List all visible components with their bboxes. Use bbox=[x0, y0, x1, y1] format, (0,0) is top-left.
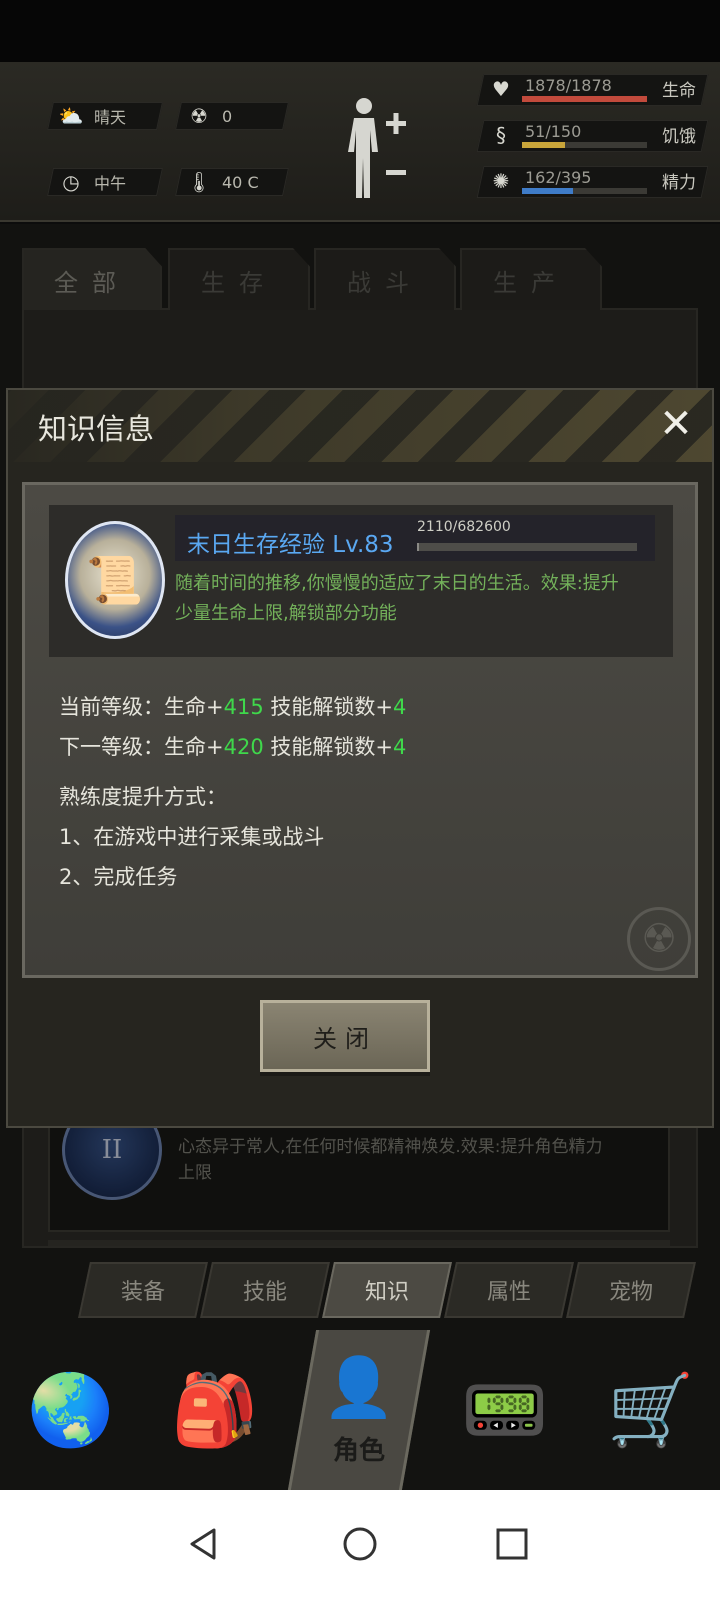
subtab-pets[interactable]: 宠物 bbox=[566, 1262, 696, 1318]
radio-button[interactable]: 📟 bbox=[450, 1350, 560, 1470]
clock-icon: ◷ bbox=[62, 170, 80, 194]
current-level-prefix: 当前等级：生命+ bbox=[59, 695, 224, 719]
energy-value: 162/395 bbox=[525, 168, 592, 187]
subtab-pets-label: 宠物 bbox=[608, 1280, 653, 1305]
hunger-value: 51/150 bbox=[525, 122, 582, 141]
subtab-equipment[interactable]: 装备 bbox=[78, 1262, 208, 1318]
subtab-skills[interactable]: 技能 bbox=[200, 1262, 330, 1318]
scroll-quill-icon: 📜 bbox=[65, 521, 165, 639]
radiation-display: ☢ 0 bbox=[186, 102, 232, 130]
hp-value: 1878/1878 bbox=[525, 76, 612, 95]
next-level-unlock: 4 bbox=[392, 735, 407, 759]
head-gear-icon: 👤 bbox=[322, 1353, 396, 1421]
energy-label: 精力 bbox=[662, 173, 696, 193]
radiation-icon: ☢ bbox=[190, 104, 208, 128]
current-level-unlock-label: 技能解锁数+ bbox=[263, 695, 393, 719]
hunger-bar bbox=[522, 142, 647, 148]
knowledge-info-panel: 📜 末日生存经验 Lv.83 2110/682600 随着时间的推移,你慢慢的适… bbox=[22, 482, 698, 978]
body-status-icon[interactable] bbox=[348, 96, 418, 206]
hunger-label: 饥饿 bbox=[662, 127, 696, 147]
hunger-stat: § 51/150 饥饿 bbox=[476, 118, 709, 154]
world-map-button[interactable]: 🌏 bbox=[16, 1350, 126, 1470]
subtab-knowledge[interactable]: 知识 bbox=[322, 1262, 452, 1318]
next-level-hp: 420 bbox=[223, 735, 264, 759]
weather-text: 晴天 bbox=[94, 108, 127, 127]
skill-exp: 2110/682600 bbox=[417, 519, 511, 535]
hp-stat: ♥ 1878/1878 生命 bbox=[476, 72, 709, 108]
cart-icon: 🛒 bbox=[607, 1368, 695, 1451]
time-display: ◷ 中午 bbox=[58, 168, 126, 196]
skill-description: 随着时间的推移,你慢慢的适应了末日的生活。效果:提升少量生命上限,解锁部分功能 bbox=[175, 573, 619, 624]
energy-stat: ✺ 162/395 精力 bbox=[476, 164, 709, 200]
time-text: 中午 bbox=[94, 174, 127, 193]
backpack-icon: 🎒 bbox=[171, 1368, 259, 1451]
next-level-prefix: 下一等级：生命+ bbox=[59, 735, 224, 759]
subtab-attributes-label: 属性 bbox=[486, 1280, 531, 1305]
hp-bar bbox=[522, 96, 647, 102]
close-button[interactable]: 关闭 bbox=[260, 1000, 430, 1072]
next-level-line: 下一等级：生命+420 技能解锁数+4 bbox=[59, 731, 406, 761]
cloud-sun-icon: ⛅ bbox=[58, 104, 84, 128]
home-icon[interactable] bbox=[340, 1524, 380, 1564]
walkie-talkie-icon: 📟 bbox=[461, 1368, 549, 1451]
recents-icon[interactable] bbox=[492, 1524, 532, 1564]
thermometer-icon: 🌡 bbox=[186, 170, 212, 194]
subtab-skills-label: 技能 bbox=[242, 1280, 287, 1305]
status-bar bbox=[0, 0, 720, 62]
temperature-text: 40 C bbox=[222, 172, 259, 192]
globe-icon: 🌏 bbox=[27, 1368, 115, 1451]
back-icon[interactable] bbox=[184, 1524, 224, 1564]
skill-exp-bar bbox=[417, 543, 637, 551]
subtab-equipment-label: 装备 bbox=[120, 1280, 165, 1305]
heart-icon: ♥ bbox=[492, 77, 510, 101]
brain-icon: ✺ bbox=[492, 169, 510, 193]
subtab-knowledge-label: 知识 bbox=[364, 1280, 409, 1305]
shop-button[interactable]: 🛒 bbox=[596, 1350, 706, 1470]
knowledge-info-dialog: 知识信息 ✕ 📜 末日生存经验 Lv.83 2110/682600 随着时间的推… bbox=[6, 388, 714, 1128]
current-level-hp: 415 bbox=[223, 695, 264, 719]
method-item: 1、在游戏中进行采集或战斗 bbox=[59, 825, 325, 849]
temperature-display: 🌡 40 C bbox=[186, 168, 259, 196]
dialog-title: 知识信息 bbox=[38, 412, 155, 446]
subtab-attributes[interactable]: 属性 bbox=[444, 1262, 574, 1318]
bottom-nav: 🌏 🎒 👤 角色 📟 🛒 bbox=[0, 1330, 720, 1490]
close-icon[interactable]: ✕ bbox=[654, 402, 698, 446]
stomach-icon: § bbox=[496, 123, 506, 147]
next-level-unlock-label: 技能解锁数+ bbox=[263, 735, 393, 759]
backpack-button[interactable]: 🎒 bbox=[160, 1350, 270, 1470]
role-button-content: 👤 角色 bbox=[302, 1330, 416, 1490]
skill-name: 末日生存经验 Lv.83 bbox=[187, 532, 394, 558]
role-label: 角色 bbox=[332, 1436, 385, 1466]
method-title: 熟练度提升方式： bbox=[59, 785, 227, 809]
hp-label: 生命 bbox=[662, 81, 696, 101]
radiation-watermark-icon: ☢ bbox=[627, 907, 691, 971]
weather-display: ⛅ 晴天 bbox=[58, 102, 126, 130]
skill-summary: 📜 末日生存经验 Lv.83 2110/682600 随着时间的推移,你慢慢的适… bbox=[49, 505, 673, 657]
current-level-line: 当前等级：生命+415 技能解锁数+4 bbox=[59, 691, 406, 721]
system-navigation-bar bbox=[0, 1490, 720, 1600]
radiation-text: 0 bbox=[222, 106, 233, 126]
energy-bar bbox=[522, 188, 647, 194]
method-item: 2、完成任务 bbox=[59, 865, 178, 889]
current-level-unlock: 4 bbox=[392, 695, 407, 719]
character-subtabs: 装备 技能 知识 属性 宠物 bbox=[74, 1262, 706, 1318]
